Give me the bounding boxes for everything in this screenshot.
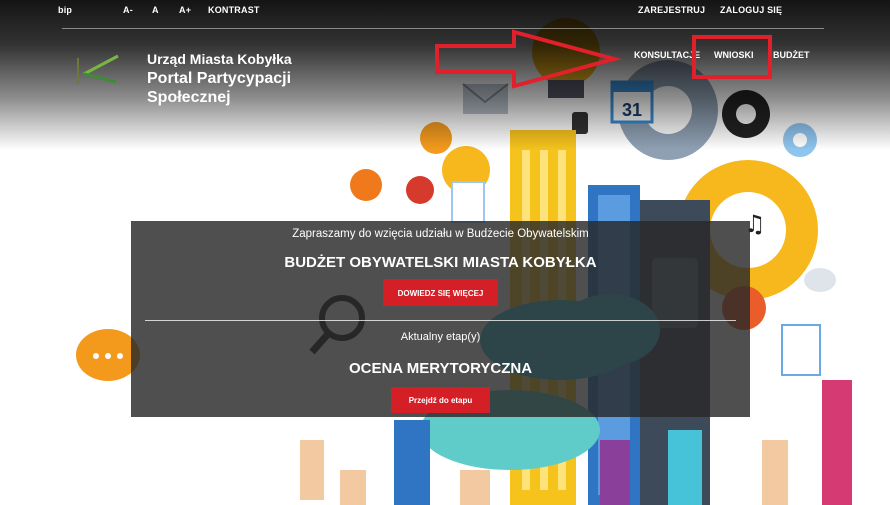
nav-budget[interactable]: BUDŻET	[773, 50, 810, 60]
city-logo[interactable]	[72, 50, 124, 90]
learn-more-button[interactable]: DOWIEDZ SIĘ WIĘCEJ	[383, 279, 498, 306]
register-link[interactable]: ZAREJESTRUJ	[638, 5, 705, 15]
font-increase-button[interactable]: A+	[179, 5, 191, 15]
panel-divider	[145, 320, 736, 321]
contrast-button[interactable]: KONTRAST	[208, 5, 260, 15]
document-icon	[451, 181, 485, 223]
highlight-box-annotation	[692, 35, 772, 79]
cart-icon	[406, 176, 434, 204]
chat-bubble-icon	[804, 268, 836, 292]
org-name: Urząd Miasta Kobyłka	[147, 51, 292, 67]
budget-panel: Zapraszamy do wzięcia udziału w Budżecie…	[131, 221, 750, 417]
red-arrow-annotation	[435, 29, 622, 89]
portal-title[interactable]: Portal Partycypacji Społecznej	[147, 69, 337, 107]
nav-consultations[interactable]: KONSULTACJE	[634, 50, 700, 60]
current-stage-name: OCENA MERYTORYCZNA	[348, 360, 533, 377]
font-decrease-button[interactable]: A-	[123, 5, 133, 15]
bip-link[interactable]: bip	[58, 5, 72, 15]
document-icon	[781, 324, 821, 376]
current-stage-label: Aktualny etap(y)	[400, 331, 481, 343]
invite-text: Zapraszamy do wzięcia udziału w Budżecie…	[292, 228, 589, 240]
go-to-stage-button[interactable]: Przejdź do etapu	[391, 387, 490, 413]
megaphone-icon	[350, 169, 382, 201]
hero-banner: 31	[0, 0, 890, 505]
font-normal-button[interactable]: A	[152, 5, 159, 15]
login-link[interactable]: ZALOGUJ SIĘ	[720, 5, 782, 15]
budget-title: BUDŻET OBYWATELSKI MIASTA KOBYŁKA	[284, 254, 597, 271]
top-bar: bip A- A A+ KONTRAST ZAREJESTRUJ ZALOGUJ…	[0, 0, 890, 22]
